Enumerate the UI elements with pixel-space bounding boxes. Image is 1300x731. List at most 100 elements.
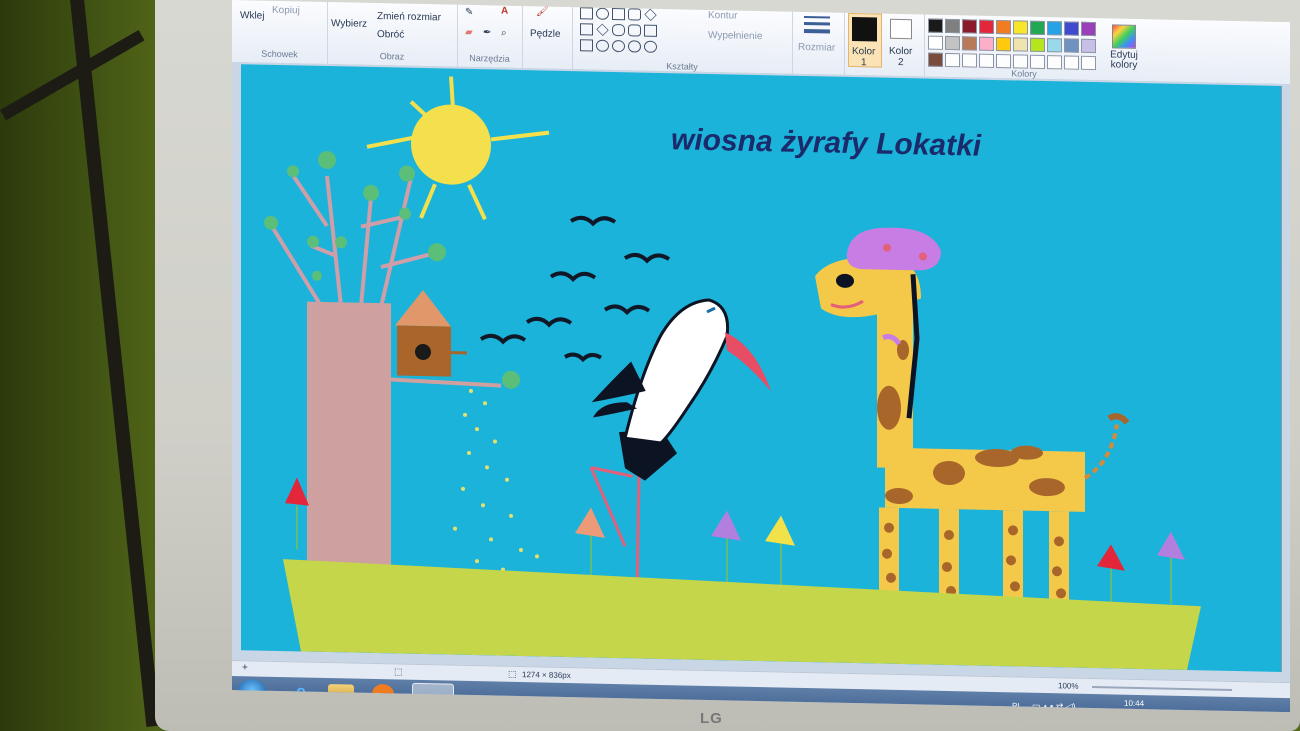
edit-colors-button[interactable]: Edytuj kolory bbox=[1104, 49, 1144, 71]
image-label: Obraz bbox=[379, 51, 405, 62]
brush-icon[interactable]: 🖌 bbox=[536, 6, 549, 17]
palette-color-swatch[interactable] bbox=[928, 52, 943, 67]
palette-color-swatch[interactable] bbox=[1013, 20, 1028, 35]
palette-color-swatch[interactable] bbox=[945, 35, 960, 51]
color2-label: Kolor bbox=[889, 45, 913, 58]
palette-color-swatch[interactable] bbox=[996, 20, 1011, 35]
palette-empty-swatch[interactable] bbox=[1064, 55, 1079, 70]
color1-swatch bbox=[852, 16, 877, 42]
flock-of-birds bbox=[479, 215, 671, 363]
tools-group: ✎ A ▰ ✒ ⌕ Narzędzia bbox=[457, 4, 523, 69]
rectangle-shape-icon[interactable] bbox=[612, 7, 625, 21]
palette-color-swatch[interactable] bbox=[928, 35, 943, 50]
callout-shape-icon[interactable] bbox=[628, 40, 641, 53]
resize-button[interactable]: Zmień rozmiar bbox=[377, 11, 441, 23]
color1-label: Kolor bbox=[852, 45, 876, 58]
palette-color-swatch[interactable] bbox=[962, 36, 977, 51]
palette-color-swatch[interactable] bbox=[1064, 38, 1079, 53]
palette-empty-swatch[interactable] bbox=[1013, 54, 1028, 69]
color1-button[interactable]: Kolor 1 bbox=[848, 12, 882, 69]
paste-button[interactable]: Wklej bbox=[240, 10, 264, 22]
palette-empty-swatch[interactable] bbox=[962, 53, 977, 68]
palette-color-swatch[interactable] bbox=[1030, 37, 1045, 53]
tree bbox=[264, 150, 502, 574]
image-size-text: 1274 × 836px bbox=[522, 670, 571, 681]
brushes-button[interactable]: Pędzle bbox=[530, 28, 561, 40]
zoom-level: 100% bbox=[1058, 681, 1079, 691]
palette-color-swatch[interactable] bbox=[1013, 37, 1028, 52]
size-line-icon bbox=[804, 21, 830, 26]
palette-color-swatch[interactable] bbox=[1081, 21, 1096, 37]
palette-empty-swatch[interactable] bbox=[1030, 54, 1045, 70]
size-line-icon bbox=[804, 15, 830, 19]
pentagon-shape-icon[interactable] bbox=[612, 23, 625, 37]
triangle-shape-icon[interactable] bbox=[580, 23, 593, 36]
image-group: Wybierz Zmień rozmiar Obróć Obraz bbox=[327, 1, 458, 67]
palette-color-swatch[interactable] bbox=[1047, 21, 1062, 36]
text-tool-icon[interactable]: A bbox=[501, 6, 508, 17]
color2-button[interactable]: Kolor 2 bbox=[886, 14, 918, 69]
callout-shape-icon[interactable] bbox=[644, 40, 657, 53]
arrow-shape-icon[interactable] bbox=[580, 39, 593, 52]
stork bbox=[589, 298, 771, 603]
star-shape-icon[interactable] bbox=[596, 39, 609, 52]
oval-shape-icon[interactable] bbox=[596, 7, 609, 20]
palette-color-swatch[interactable] bbox=[962, 19, 977, 34]
fill-dropdown[interactable]: Wypełnienie bbox=[708, 30, 762, 42]
palette-empty-swatch[interactable] bbox=[996, 54, 1011, 69]
palette-color-swatch[interactable] bbox=[945, 18, 960, 34]
diamond-shape-icon[interactable] bbox=[596, 23, 609, 36]
hexagon-shape-icon[interactable] bbox=[628, 24, 641, 37]
palette-color-swatch[interactable] bbox=[1081, 38, 1096, 54]
palette-color-swatch[interactable] bbox=[979, 19, 994, 34]
sun bbox=[366, 76, 550, 221]
clipboard-label: Schowek bbox=[261, 48, 298, 60]
palette-empty-swatch[interactable] bbox=[1047, 55, 1062, 70]
tools-label: Narzędzia bbox=[469, 52, 510, 64]
screen: Wklej Kopiuj Schowek Wybierz Zmień rozmi… bbox=[232, 0, 1290, 713]
palette-color-swatch[interactable] bbox=[1064, 21, 1079, 36]
arrow-shape-icon[interactable] bbox=[644, 24, 657, 37]
selection-icon: ⬚ bbox=[394, 666, 403, 677]
palette-empty-swatch[interactable] bbox=[1081, 55, 1096, 71]
giraffe bbox=[815, 227, 1130, 604]
palette-color-swatch[interactable] bbox=[996, 37, 1011, 52]
add-icon: + bbox=[242, 662, 248, 674]
palette-color-swatch[interactable] bbox=[1047, 38, 1062, 53]
magnifier-icon[interactable]: ⌕ bbox=[501, 28, 507, 39]
size-button[interactable]: Rozmiar bbox=[798, 42, 835, 54]
drawing-title: wiosna żyrafy Lokatki bbox=[671, 123, 982, 163]
palette-empty-swatch[interactable] bbox=[979, 53, 994, 68]
star-shape-icon[interactable] bbox=[612, 39, 625, 53]
pencil-icon[interactable]: ✎ bbox=[465, 7, 473, 18]
color2-sub: 2 bbox=[898, 56, 904, 69]
color2-swatch bbox=[890, 18, 912, 40]
canvas-area: wiosna żyrafy Lokatki bbox=[232, 62, 1290, 683]
copy-button[interactable]: Kopiuj bbox=[272, 5, 300, 17]
image-size-icon: ⬚ bbox=[508, 668, 517, 679]
select-button[interactable]: Wybierz bbox=[331, 18, 367, 30]
zoom-slider[interactable] bbox=[1092, 686, 1232, 691]
clipboard-group: Wklej Kopiuj Schowek bbox=[232, 0, 328, 65]
monitor-logo: LG bbox=[700, 710, 723, 727]
rotate-button[interactable]: Obróć bbox=[377, 29, 404, 41]
palette-color-swatch[interactable] bbox=[979, 36, 994, 51]
outline-dropdown[interactable]: Kontur bbox=[708, 10, 737, 22]
clock-time[interactable]: 10:44 bbox=[1124, 699, 1144, 708]
rounded-rectangle-shape-icon[interactable] bbox=[628, 8, 641, 21]
diamond-shape-icon[interactable] bbox=[644, 8, 657, 21]
size-group: Rozmiar bbox=[792, 11, 845, 75]
drawing-canvas[interactable]: wiosna żyrafy Lokatki bbox=[241, 64, 1282, 672]
color-picker-icon[interactable]: ✒ bbox=[483, 27, 491, 38]
palette-color-swatch[interactable] bbox=[928, 18, 943, 33]
edit-colors-icon[interactable] bbox=[1112, 24, 1136, 49]
bird-seeds bbox=[453, 389, 539, 573]
rectangle-shape-icon[interactable] bbox=[580, 7, 593, 20]
color-selectors: Kolor 1 Kolor 2 bbox=[844, 12, 925, 77]
palette-color-swatch[interactable] bbox=[1030, 20, 1045, 36]
size-line-icon bbox=[804, 28, 830, 34]
eraser-icon[interactable]: ▰ bbox=[465, 27, 473, 38]
brushes-group: 🖌 Pędzle bbox=[522, 6, 573, 70]
palette-empty-swatch[interactable] bbox=[945, 52, 960, 68]
color1-sub: 1 bbox=[861, 57, 867, 69]
